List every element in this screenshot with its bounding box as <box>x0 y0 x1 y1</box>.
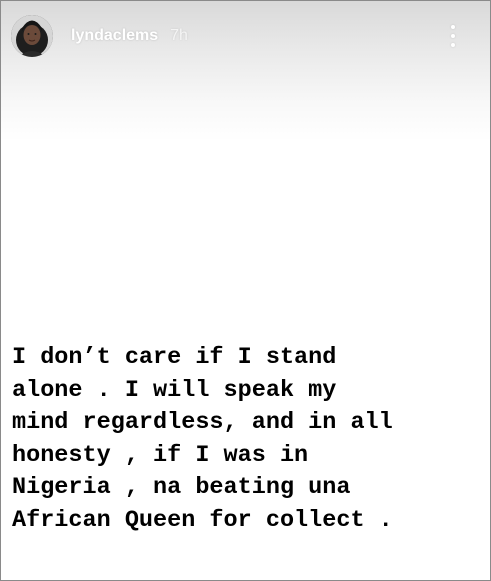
post-timestamp: 7h <box>170 27 188 44</box>
more-dot-top <box>451 25 455 29</box>
more-vertical-icon[interactable] <box>448 25 458 47</box>
story-header: lyndaclems 7h <box>11 14 480 58</box>
avatar-image <box>11 15 53 57</box>
more-dot-bottom <box>451 43 455 47</box>
story-text: I don’t care if I stand alone . I will s… <box>12 344 393 534</box>
username[interactable]: lyndaclems <box>71 27 158 45</box>
profile-avatar[interactable] <box>11 15 53 57</box>
story-viewer[interactable]: lyndaclems 7h I don’t care if I stand al… <box>0 0 491 581</box>
more-dot-middle <box>451 34 455 38</box>
